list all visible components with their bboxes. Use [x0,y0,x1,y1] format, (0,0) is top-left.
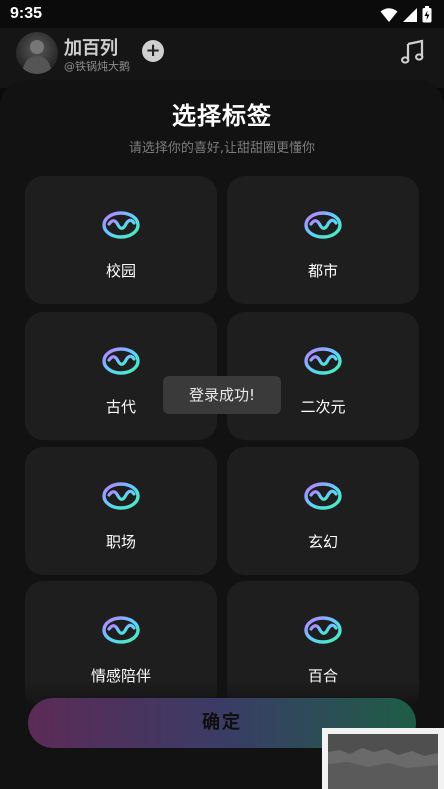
follow-button[interactable]: + [142,40,164,62]
tag-card-fantasy[interactable]: 玄幻 [227,447,419,575]
tag-label: 校园 [105,262,136,280]
tag-label: 玄幻 [307,533,338,551]
donut-logo-icon [102,211,140,239]
donut-logo-icon [304,482,342,510]
music-note-icon [400,39,424,64]
donut-logo-icon [102,616,140,644]
tag-label: 都市 [307,262,338,280]
login-success-toast: 登录成功! [163,376,281,414]
battery-icon [422,6,432,23]
avatar-figure-icon [22,40,52,74]
donut-logo-icon [304,347,342,375]
status-time: 9:35 [10,5,43,22]
donut-logo-icon [102,347,140,375]
donut-logo-icon [304,616,342,644]
thumbnail-landscape-icon [328,734,438,789]
sheet-title: 选择标签 [172,102,272,130]
wifi-icon [380,7,398,22]
author-name[interactable]: 加百列 [64,34,118,60]
sheet-subtitle: 请选择你的喜好,让甜甜圈更懂你 [128,141,316,156]
author-avatar[interactable] [16,32,58,74]
donut-logo-icon [102,482,140,510]
status-bar: 9:35 [0,0,444,28]
tag-label: 职场 [105,533,136,551]
tag-card-workplace[interactable]: 职场 [25,447,217,575]
tag-card-campus[interactable]: 校园 [25,176,217,304]
music-button[interactable] [398,38,426,66]
tag-card-urban[interactable]: 都市 [227,176,419,304]
donut-logo-icon [304,211,342,239]
thumbnail-image [328,734,438,789]
floating-thumbnail[interactable] [322,728,444,789]
status-icons [380,6,432,23]
cellular-signal-icon [403,7,417,22]
author-handle: @铁锅炖大鹅 [64,60,130,73]
